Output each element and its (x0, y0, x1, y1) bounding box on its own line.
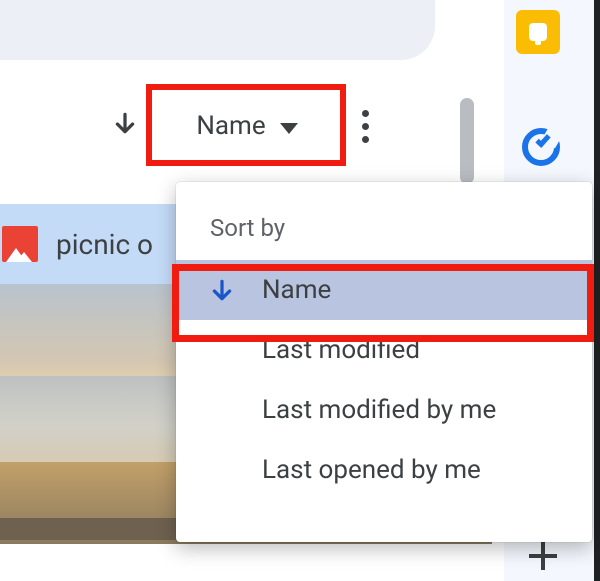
sort-option-last-modified-by-me[interactable]: Last modified by me (176, 380, 592, 440)
blank-icon (208, 396, 236, 424)
sort-direction-button[interactable] (112, 110, 138, 140)
more-options-button[interactable] (362, 110, 369, 143)
sort-option-label: Last modified by me (262, 395, 496, 425)
blank-icon (208, 336, 236, 364)
sort-menu: Sort by Name Last modified Last modified… (176, 182, 592, 542)
sort-option-last-opened-by-me[interactable]: Last opened by me (176, 440, 592, 500)
image-file-icon (2, 226, 38, 262)
lightbulb-icon (529, 23, 547, 41)
down-arrow-icon (208, 276, 236, 304)
sort-option-label: Name (262, 275, 331, 305)
chevron-down-icon (280, 123, 298, 134)
blank-icon (208, 456, 236, 484)
window-edge (594, 0, 600, 581)
scrollbar-thumb[interactable] (460, 98, 474, 184)
keep-icon[interactable] (516, 10, 560, 54)
sort-option-label: Last modified (262, 335, 420, 365)
sort-option-last-modified[interactable]: Last modified (176, 320, 592, 380)
sort-field-button[interactable]: Name (154, 92, 340, 160)
add-addon-button[interactable] (526, 539, 560, 573)
sort-option-name[interactable]: Name (176, 260, 592, 320)
down-arrow-icon (112, 110, 138, 136)
file-row[interactable]: picnic o (0, 204, 176, 284)
sort-menu-title: Sort by (176, 214, 592, 260)
app-viewport: Name picnic o Sort by Name Last modified… (0, 0, 600, 581)
search-bar[interactable] (0, 0, 435, 60)
file-name-label: picnic o (56, 228, 153, 261)
sort-field-label: Name (196, 111, 265, 141)
sort-option-label: Last opened by me (262, 455, 481, 485)
